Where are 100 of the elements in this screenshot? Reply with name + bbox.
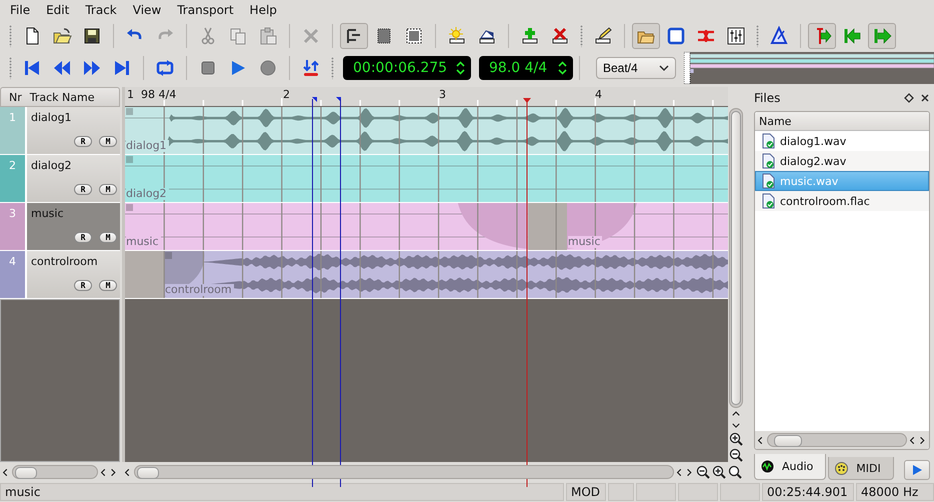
- mute-button[interactable]: M: [99, 280, 117, 291]
- scroll-left-icon[interactable]: [100, 468, 108, 476]
- scrollbar[interactable]: [134, 465, 674, 479]
- playhead[interactable]: [523, 98, 531, 488]
- sun-icon: [447, 26, 467, 46]
- arrow-right-button[interactable]: [868, 23, 896, 49]
- marker-arrow-button[interactable]: [808, 23, 836, 49]
- rewind-icon: [52, 58, 72, 78]
- track-header[interactable]: music R M: [27, 203, 120, 250]
- column-header: Name: [759, 114, 792, 128]
- mixer-icon: [726, 26, 746, 46]
- track-name: music: [31, 207, 65, 220]
- folder-button[interactable]: [632, 23, 660, 49]
- list-row[interactable]: controlroom.flac: [755, 191, 929, 211]
- close-icon[interactable]: [920, 93, 930, 103]
- scroll-right-icon[interactable]: [110, 468, 118, 476]
- metronome-icon: [769, 26, 789, 46]
- remove-track-icon: [550, 26, 570, 46]
- time-ruler[interactable]: 1 98 4/4 2 3 4: [125, 87, 728, 107]
- menu-item[interactable]: Track: [77, 3, 125, 17]
- bar-number: 1: [127, 88, 134, 101]
- cursor-line[interactable]: [312, 97, 317, 488]
- menu-item[interactable]: File: [2, 3, 38, 17]
- cursor-line[interactable]: [336, 97, 341, 488]
- clip-label: music: [568, 236, 602, 248]
- mute-button[interactable]: M: [99, 136, 117, 147]
- overview-drawing[interactable]: [684, 52, 934, 84]
- zoom-out-icon[interactable]: [696, 465, 710, 479]
- arrow-right-icon: [872, 26, 892, 46]
- audio-file-icon: [762, 133, 775, 149]
- audio-clip[interactable]: dialog1: [125, 107, 728, 154]
- clip-handle[interactable]: [126, 204, 133, 211]
- paste-icon: [258, 26, 278, 46]
- list-row[interactable]: dialog1.wav: [755, 131, 929, 151]
- scroll-left-icon[interactable]: [909, 436, 917, 444]
- scrollbar[interactable]: [12, 465, 98, 479]
- mute-button[interactable]: M: [99, 232, 117, 243]
- zoom-in-icon[interactable]: [729, 432, 743, 446]
- record-arm-button[interactable]: R: [74, 280, 92, 291]
- menu-item[interactable]: View: [124, 3, 170, 17]
- clip-label: dialog1: [126, 140, 169, 152]
- waveform-icon: [761, 460, 774, 473]
- menu-item[interactable]: Help: [242, 3, 285, 17]
- panel-tab[interactable]: Audio: [754, 454, 826, 480]
- spin-arrows-icon[interactable]: [456, 61, 465, 75]
- track-number: 2: [0, 155, 27, 202]
- record-arm-button[interactable]: R: [74, 184, 92, 195]
- scrollbar[interactable]: [767, 433, 907, 447]
- bar-number: 2: [283, 88, 290, 101]
- loop-icon: [155, 58, 175, 78]
- menu-item[interactable]: Transport: [169, 3, 242, 17]
- skip-start-icon: [22, 58, 42, 78]
- spin-arrows-icon[interactable]: [558, 61, 567, 75]
- record-icon: [258, 58, 278, 78]
- panel-title: Files: [754, 91, 782, 105]
- play-button[interactable]: [904, 460, 930, 480]
- float-icon[interactable]: [904, 93, 914, 103]
- add-track-icon: [520, 26, 540, 46]
- clip-handle[interactable]: [126, 156, 133, 163]
- clip-label: music: [126, 236, 161, 248]
- tempo-value: 98.0 4/4: [489, 60, 548, 76]
- record-arm-button[interactable]: R: [74, 136, 92, 147]
- snap-dropdown[interactable]: Beat/4: [596, 57, 676, 79]
- dashed-box-icon: [404, 26, 424, 46]
- zoom-out-icon[interactable]: [729, 448, 743, 462]
- zoom-fit-icon[interactable]: [728, 465, 742, 479]
- time-display[interactable]: 00:00:06.275: [343, 56, 471, 80]
- mute-button[interactable]: M: [99, 184, 117, 195]
- clip-handle[interactable]: [165, 252, 172, 259]
- tempo-display[interactable]: 98.0 4/4: [479, 56, 573, 80]
- scrollbar[interactable]: [729, 108, 743, 408]
- play-icon: [911, 464, 923, 476]
- zoom-in-icon[interactable]: [712, 465, 726, 479]
- scroll-left-icon[interactable]: [2, 468, 10, 476]
- list-row[interactable]: dialog2.wav: [755, 151, 929, 171]
- scroll-right-icon[interactable]: [686, 468, 694, 476]
- column-header: Nr: [8, 90, 22, 104]
- menu-item[interactable]: Edit: [38, 3, 78, 17]
- track-number: 4: [0, 251, 27, 298]
- scroll-down-icon[interactable]: [732, 421, 740, 430]
- bar-number: 4: [595, 88, 602, 101]
- delete-icon: [301, 26, 321, 46]
- audio-clip[interactable]: dialog2: [125, 155, 728, 202]
- arrow-left-icon: [842, 26, 862, 46]
- status-mode: MOD: [566, 483, 606, 501]
- scroll-right-icon[interactable]: [919, 436, 927, 444]
- pencil-icon: [593, 26, 613, 46]
- align-button[interactable]: [340, 23, 368, 49]
- track-name: controlroom: [31, 255, 99, 268]
- save-icon: [82, 26, 102, 46]
- skip-end-icon: [112, 58, 132, 78]
- scroll-left-icon[interactable]: [676, 468, 684, 476]
- panel-tab[interactable]: MIDI: [828, 457, 894, 480]
- clip-handle[interactable]: [126, 108, 133, 115]
- entry-name: dialog1.wav: [780, 134, 846, 148]
- track-name: dialog2: [31, 159, 73, 172]
- scroll-left-icon[interactable]: [124, 468, 132, 476]
- audio-file-icon: [762, 193, 775, 209]
- record-arm-button[interactable]: R: [74, 232, 92, 243]
- scroll-left-icon[interactable]: [757, 436, 765, 444]
